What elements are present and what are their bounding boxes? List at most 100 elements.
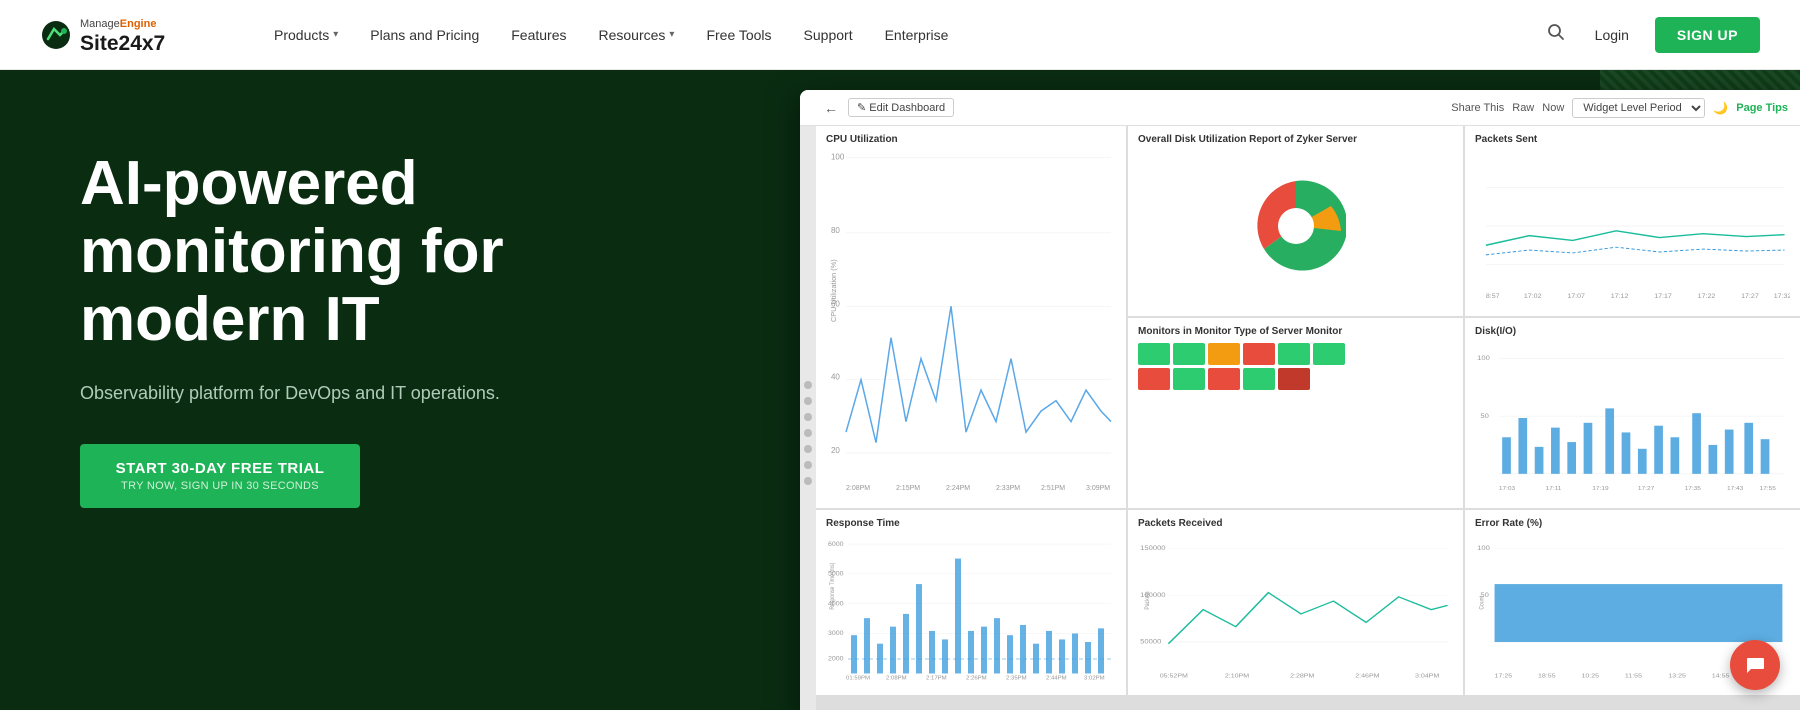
svg-text:100: 100 <box>1477 546 1490 552</box>
nav-item-products[interactable]: Products ▾ <box>260 19 352 51</box>
nav-item-free-tools[interactable]: Free Tools <box>692 19 785 51</box>
monitor-block-green <box>1173 343 1205 365</box>
svg-text:2:08PM: 2:08PM <box>846 484 870 492</box>
monitor-block-green <box>1173 368 1205 390</box>
monitor-type-cell: Monitors in Monitor Type of Server Monit… <box>1128 318 1463 508</box>
svg-text:17:43: 17:43 <box>1727 485 1744 492</box>
svg-text:11:55: 11:55 <box>1625 673 1643 679</box>
nav-item-resources[interactable]: Resources ▾ <box>584 19 688 51</box>
svg-text:150000: 150000 <box>1140 546 1166 552</box>
svg-text:17:55: 17:55 <box>1760 485 1777 492</box>
svg-text:17:03: 17:03 <box>1499 485 1516 492</box>
svg-text:2:44PM: 2:44PM <box>1046 676 1067 682</box>
navbar: ManageEngine Site24x7 Products ▾ Plans a… <box>0 0 1800 70</box>
svg-text:2:10PM: 2:10PM <box>1225 673 1249 679</box>
svg-text:14:55: 14:55 <box>1712 673 1730 679</box>
sidebar-dot[interactable] <box>804 413 812 421</box>
svg-text:2:35PM: 2:35PM <box>1006 676 1027 682</box>
svg-text:17:11: 17:11 <box>1546 485 1562 492</box>
monitor-block-yellow <box>1208 343 1240 365</box>
svg-text:2:15PM: 2:15PM <box>896 484 920 492</box>
disk-io-svg: 100 50 <box>1475 341 1790 495</box>
hero-right: ← ✎ Edit Dashboard Share This Raw Now Wi… <box>780 70 1800 710</box>
sidebar-dot[interactable] <box>804 477 812 485</box>
cpu-chart-svg: 100 80 60 40 20 2:08PM 2:15PM 2:24PM <box>826 149 1116 495</box>
svg-text:2:33PM: 2:33PM <box>996 484 1020 492</box>
monitor-block-red <box>1138 368 1170 390</box>
svg-text:2:26PM: 2:26PM <box>966 676 987 682</box>
svg-text:17:19: 17:19 <box>1592 485 1609 492</box>
logo-manage-engine: ManageEngine <box>80 14 165 32</box>
svg-text:2:28PM: 2:28PM <box>1290 673 1314 679</box>
login-button[interactable]: Login <box>1585 21 1639 49</box>
nav-item-features[interactable]: Features <box>497 19 580 51</box>
hero-left: AI-powered monitoring for modern IT Obse… <box>0 70 780 710</box>
nav-item-support[interactable]: Support <box>790 19 867 51</box>
dashboard-toolbar: ← ✎ Edit Dashboard Share This Raw Now Wi… <box>800 90 1800 126</box>
svg-text:18:55: 18:55 <box>1538 673 1556 679</box>
response-time-title: Response Time <box>826 518 1116 529</box>
period-select[interactable]: Widget Level Period <box>1572 98 1705 118</box>
monitor-row-1 <box>1138 343 1453 365</box>
chevron-down-icon: ▾ <box>333 29 338 40</box>
svg-text:20: 20 <box>831 446 840 455</box>
svg-text:8:57: 8:57 <box>1486 293 1500 300</box>
monitor-block-green <box>1278 343 1310 365</box>
chat-widget[interactable] <box>1730 640 1780 690</box>
monitor-type-title: Monitors in Monitor Type of Server Monit… <box>1138 326 1453 337</box>
svg-text:17:22: 17:22 <box>1698 293 1716 300</box>
svg-text:80: 80 <box>831 226 840 235</box>
svg-text:50: 50 <box>1480 412 1488 420</box>
sidebar-dot[interactable] <box>804 445 812 453</box>
packets-received-cell: Packets Received 150000 100000 50000 05:… <box>1128 510 1463 695</box>
now-label: Now <box>1542 102 1564 114</box>
svg-text:01:59PM: 01:59PM <box>846 676 870 682</box>
nav-links: Products ▾ Plans and Pricing Features Re… <box>260 19 1543 51</box>
logo-area: ManageEngine Site24x7 <box>40 14 220 55</box>
nav-item-enterprise[interactable]: Enterprise <box>871 19 963 51</box>
svg-text:3000: 3000 <box>828 631 844 637</box>
svg-text:Packets: Packets <box>1144 591 1151 609</box>
svg-text:17:32: 17:32 <box>1774 293 1790 300</box>
chevron-down-icon-2: ▾ <box>669 29 674 40</box>
cpu-chart-cell: CPU Utilization 100 80 60 40 20 2:08PM <box>816 126 1126 508</box>
svg-text:2:08PM: 2:08PM <box>886 676 907 682</box>
svg-text:2:46PM: 2:46PM <box>1355 673 1379 679</box>
svg-text:17:27: 17:27 <box>1638 485 1655 492</box>
sidebar-dot[interactable] <box>804 461 812 469</box>
nav-right: Login SIGN UP <box>1543 17 1760 53</box>
search-button[interactable] <box>1543 19 1569 50</box>
monitor-block-red <box>1208 368 1240 390</box>
page-tips-button[interactable]: Page Tips <box>1736 102 1788 114</box>
svg-text:10:25: 10:25 <box>1581 673 1599 679</box>
svg-text:6000: 6000 <box>828 541 844 547</box>
sidebar-dot[interactable] <box>804 397 812 405</box>
svg-text:Response Time (ms): Response Time (ms) <box>830 562 836 609</box>
cta-trial-button[interactable]: START 30-DAY FREE TRIAL TRY NOW, SIGN UP… <box>80 444 360 508</box>
search-icon <box>1547 23 1565 41</box>
dashboard-mockup: ← ✎ Edit Dashboard Share This Raw Now Wi… <box>800 90 1800 710</box>
svg-text:13:25: 13:25 <box>1668 673 1686 679</box>
svg-text:50000: 50000 <box>1140 639 1161 645</box>
svg-text:100: 100 <box>1477 355 1490 363</box>
svg-text:05:52PM: 05:52PM <box>1160 673 1188 679</box>
hero-title: AI-powered monitoring for modern IT <box>80 150 720 355</box>
sidebar-dot[interactable] <box>804 429 812 437</box>
svg-text:100: 100 <box>831 152 845 161</box>
signup-button[interactable]: SIGN UP <box>1655 17 1760 53</box>
nav-item-plans[interactable]: Plans and Pricing <box>356 19 493 51</box>
svg-text:3:02PM: 3:02PM <box>1084 676 1105 682</box>
svg-text:CPU Utilization (%): CPU Utilization (%) <box>830 259 838 322</box>
packets-sent-title: Packets Sent <box>1475 134 1790 145</box>
sidebar-dot[interactable] <box>804 381 812 389</box>
disk-io-cell: Disk(I/O) 100 50 <box>1465 318 1800 508</box>
dark-mode-icon: 🌙 <box>1713 101 1728 115</box>
packets-received-svg: 150000 100000 50000 05:52PM 2:10PM 2:28P… <box>1138 533 1453 682</box>
cta-secondary-label: TRY NOW, SIGN UP IN 30 SECONDS <box>121 480 319 492</box>
cpu-chart-title: CPU Utilization <box>826 134 1116 145</box>
response-time-cell: Response Time 6000 5000 4000 3000 2000 <box>816 510 1126 695</box>
svg-text:17:07: 17:07 <box>1567 293 1585 300</box>
back-button[interactable]: ← <box>824 100 838 116</box>
monitor-row-2 <box>1138 368 1453 390</box>
edit-dashboard-button[interactable]: ✎ Edit Dashboard <box>848 98 954 117</box>
